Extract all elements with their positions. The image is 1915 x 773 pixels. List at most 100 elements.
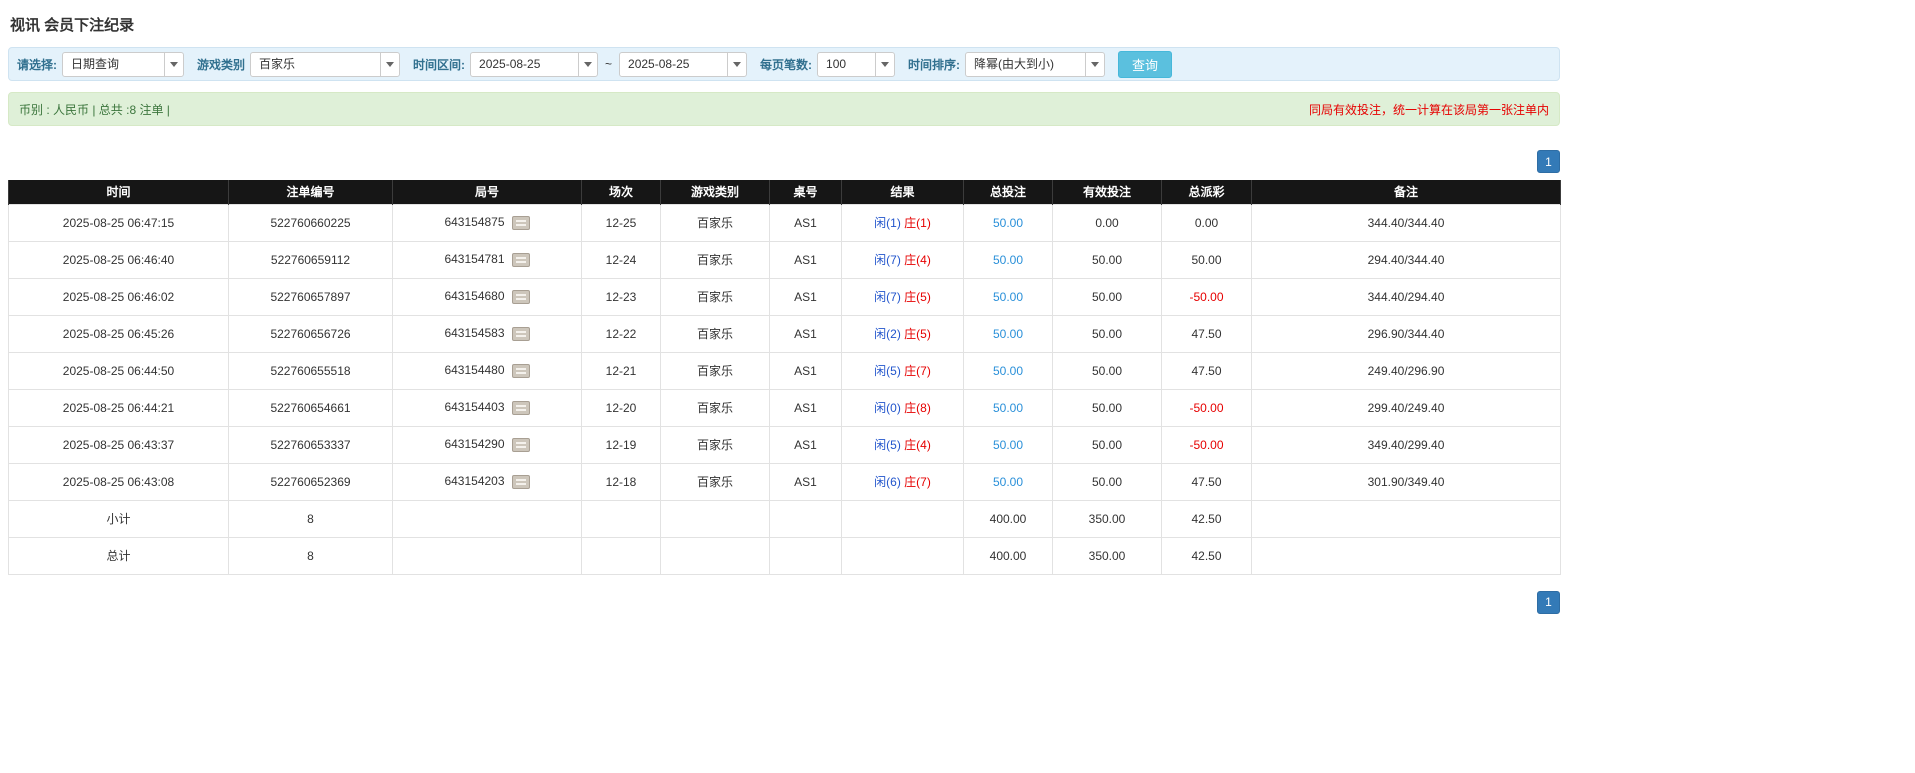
result-banker: 庄(4) [904,253,931,267]
total-bet-link[interactable]: 50.00 [993,438,1023,452]
total-bet-link[interactable]: 50.00 [993,364,1023,378]
cell-result: 闲(2) 庄(5) [842,315,964,352]
cell-round: 643154583 [393,315,582,352]
round-number: 643154583 [444,326,504,340]
footer-total-bet: 400.00 [964,500,1053,537]
chevron-down-icon[interactable] [727,53,746,76]
video-replay-icon[interactable] [512,290,530,304]
video-replay-icon[interactable] [512,438,530,452]
time-sort-label: 时间排序: [908,56,960,73]
footer-empty-cell [661,500,770,537]
cell-valid-bet: 50.00 [1053,463,1162,500]
cell-valid-bet: 50.00 [1053,278,1162,315]
cell-round: 643154781 [393,241,582,278]
total-bet-link[interactable]: 50.00 [993,253,1023,267]
total-bet-link[interactable]: 50.00 [993,290,1023,304]
chevron-down-icon[interactable] [578,53,597,76]
date-from-select[interactable]: 2025-08-25 [470,52,598,77]
time-sort-select[interactable]: 降幂(由大到小) [965,52,1105,77]
page-button[interactable]: 1 [1537,591,1560,614]
cell-note: 294.40/344.40 [1252,241,1561,278]
per-page-value: 100 [818,53,875,76]
cell-session: 12-19 [582,426,661,463]
video-replay-icon[interactable] [512,216,530,230]
cell-session: 12-21 [582,352,661,389]
table-header-row: 时间注单编号局号场次游戏类别桌号结果总投注有效投注总派彩备注 [9,180,1561,204]
cell-note: 301.90/349.40 [1252,463,1561,500]
result-banker: 庄(5) [904,327,931,341]
cell-result: 闲(1) 庄(1) [842,204,964,241]
date-to-select[interactable]: 2025-08-25 [619,52,747,77]
footer-empty-cell [393,500,582,537]
cell-game: 百家乐 [661,241,770,278]
cell-game: 百家乐 [661,278,770,315]
cell-game: 百家乐 [661,315,770,352]
video-replay-icon[interactable] [512,475,530,489]
per-page-select[interactable]: 100 [817,52,895,77]
cell-bet-id: 522760654661 [229,389,393,426]
cell-round: 643154403 [393,389,582,426]
cell-valid-bet: 50.00 [1053,315,1162,352]
cell-result: 闲(5) 庄(7) [842,352,964,389]
time-sort-value: 降幂(由大到小) [966,53,1085,76]
round-number: 643154480 [444,363,504,377]
game-category-select[interactable]: 百家乐 [250,52,400,77]
result-player: 闲(5) [874,438,901,452]
search-button[interactable]: 查询 [1118,51,1172,78]
footer-label: 小计 [9,500,229,537]
column-header: 总投注 [964,180,1053,204]
cell-valid-bet: 0.00 [1053,204,1162,241]
total-bet-link[interactable]: 50.00 [993,401,1023,415]
page-button[interactable]: 1 [1537,150,1560,173]
cell-payout: -50.00 [1162,426,1252,463]
result-banker: 庄(1) [904,216,931,230]
total-bet-link[interactable]: 50.00 [993,475,1023,489]
table-footer-row: 总计8400.00350.0042.50 [9,537,1561,574]
cell-round: 643154480 [393,352,582,389]
total-bet-link[interactable]: 50.00 [993,216,1023,230]
cell-session: 12-24 [582,241,661,278]
video-replay-icon[interactable] [512,364,530,378]
total-bet-link[interactable]: 50.00 [993,327,1023,341]
chevron-down-icon[interactable] [164,53,183,76]
footer-count: 8 [229,537,393,574]
cell-time: 2025-08-25 06:44:50 [9,352,229,389]
video-replay-icon[interactable] [512,401,530,415]
cell-game: 百家乐 [661,463,770,500]
column-header: 有效投注 [1053,180,1162,204]
round-number: 643154403 [444,400,504,414]
cell-game: 百家乐 [661,352,770,389]
round-number: 643154680 [444,289,504,303]
cell-total-bet: 50.00 [964,241,1053,278]
page: 视讯 会员下注纪录 请选择: 日期查询 游戏类别 百家乐 时间区间: 2025-… [8,0,1560,614]
payout-value: 0.00 [1195,216,1218,230]
cell-payout: -50.00 [1162,389,1252,426]
result-player: 闲(1) [874,216,901,230]
result-banker: 庄(8) [904,401,931,415]
cell-result: 闲(7) 庄(5) [842,278,964,315]
cell-total-bet: 50.00 [964,204,1053,241]
summary-note: 同局有效投注，统一计算在该局第一张注单内 [1309,101,1549,118]
cell-bet-id: 522760655518 [229,352,393,389]
chevron-down-icon[interactable] [380,53,399,76]
chevron-down-icon[interactable] [1085,53,1104,76]
query-type-select[interactable]: 日期查询 [62,52,184,77]
footer-label: 总计 [9,537,229,574]
cell-note: 249.40/296.90 [1252,352,1561,389]
chevron-down-icon[interactable] [875,53,894,76]
cell-session: 12-22 [582,315,661,352]
per-page-label: 每页笔数: [760,56,812,73]
footer-empty-cell [582,537,661,574]
cell-note: 344.40/344.40 [1252,204,1561,241]
video-replay-icon[interactable] [512,327,530,341]
column-header: 场次 [582,180,661,204]
video-replay-icon[interactable] [512,253,530,267]
column-header: 桌号 [770,180,842,204]
cell-note: 344.40/294.40 [1252,278,1561,315]
cell-table-code: AS1 [770,241,842,278]
cell-bet-id: 522760657897 [229,278,393,315]
cell-game: 百家乐 [661,389,770,426]
footer-valid-bet: 350.00 [1053,500,1162,537]
cell-bet-id: 522760660225 [229,204,393,241]
footer-payout: 42.50 [1162,537,1252,574]
